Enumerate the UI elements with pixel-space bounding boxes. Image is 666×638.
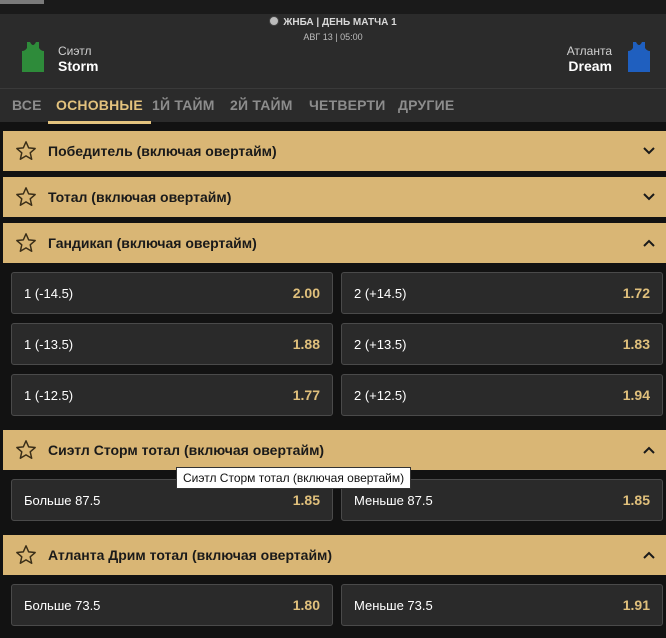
star-icon[interactable] [15, 232, 37, 254]
odd-label: Больше 87.5 [24, 493, 101, 508]
market-header-seattle-total[interactable]: Сиэтл Сторм тотал (включая овертайм) [3, 430, 666, 470]
market-title: Победитель (включая овертайм) [48, 143, 277, 159]
odd-value: 1.94 [622, 387, 650, 403]
tooltip: Сиэтл Сторм тотал (включая овертайм) [176, 467, 412, 489]
match-datetime: АВГ 13 | 05:00 [303, 32, 363, 42]
chevron-up-icon[interactable] [642, 235, 656, 251]
odd-label: 2 (+13.5) [354, 337, 407, 352]
chevron-up-icon[interactable] [642, 442, 656, 458]
odd-value: 1.88 [292, 336, 320, 352]
home-team-text: Сиэтл Storm [58, 44, 98, 75]
odd-label: 2 (+14.5) [354, 286, 407, 301]
basketball-icon [269, 16, 280, 26]
top-tab-indicator [0, 0, 44, 4]
away-team-text: Атланта Dream [567, 44, 612, 75]
top-strip [0, 0, 666, 14]
chevron-up-icon[interactable] [642, 547, 656, 563]
star-icon[interactable] [15, 544, 37, 566]
odd-label: 1 (-12.5) [24, 388, 74, 403]
jersey-icon [22, 42, 44, 72]
odd-label: Меньше 73.5 [354, 598, 433, 613]
market-header-total[interactable]: Тотал (включая овертайм) [3, 177, 666, 217]
league-label: ЖНБА | ДЕНЬ МАТЧА 1 [283, 17, 397, 28]
odd-value: 1.85 [292, 492, 320, 508]
odd-label: 2 (+12.5) [354, 388, 407, 403]
chevron-down-icon[interactable] [642, 189, 656, 205]
market-title: Сиэтл Сторм тотал (включая овертайм) [48, 442, 325, 458]
odd-value: 1.72 [622, 285, 650, 301]
market-title: Гандикап (включая овертайм) [48, 235, 257, 251]
odd-value: 1.83 [622, 336, 650, 352]
odd-value: 2.00 [292, 285, 320, 301]
odd-button[interactable]: 2 (+12.5) 1.94 [341, 374, 663, 416]
odd-value: 1.77 [292, 387, 320, 403]
odd-button[interactable]: 1 (-13.5) 1.88 [11, 323, 333, 365]
market-header-winner[interactable]: Победитель (включая овертайм) [3, 131, 666, 171]
star-icon[interactable] [15, 140, 37, 162]
tab-first-half[interactable]: 1Й ТАЙМ [152, 97, 215, 113]
market-header-handicap[interactable]: Гандикап (включая овертайм) [3, 223, 666, 263]
away-team-city: Атланта [566, 44, 612, 58]
chevron-down-icon[interactable] [642, 143, 656, 159]
home-team-city: Сиэтл [58, 44, 92, 58]
odd-label: 1 (-13.5) [24, 337, 74, 352]
tab-other[interactable]: ДРУГИЕ [398, 97, 454, 113]
odd-label: Больше 73.5 [24, 598, 101, 613]
star-icon[interactable] [15, 439, 37, 461]
odd-button[interactable]: 2 (+14.5) 1.72 [341, 272, 663, 314]
market-header-atlanta-total[interactable]: Атланта Дрим тотал (включая овертайм) [3, 535, 666, 575]
tab-main[interactable]: ОСНОВНЫЕ [48, 97, 151, 124]
home-team-name: Storm [58, 58, 99, 74]
odd-value: 1.85 [622, 492, 650, 508]
market-title: Атланта Дрим тотал (включая овертайм) [48, 547, 333, 563]
odd-label: 1 (-14.5) [24, 286, 74, 301]
star-icon[interactable] [15, 186, 37, 208]
tab-quarters[interactable]: ЧЕТВЕРТИ [309, 97, 386, 113]
odd-value: 1.91 [622, 597, 650, 613]
odd-button[interactable]: 1 (-12.5) 1.77 [11, 374, 333, 416]
league-line: ЖНБА | ДЕНЬ МАТЧА 1 [0, 16, 666, 30]
jersey-icon [628, 42, 650, 72]
tab-second-half[interactable]: 2Й ТАЙМ [230, 97, 293, 113]
odd-button[interactable]: Больше 73.5 1.80 [11, 584, 333, 626]
odd-button[interactable]: 2 (+13.5) 1.83 [341, 323, 663, 365]
market-title: Тотал (включая овертайм) [48, 189, 232, 205]
odd-button[interactable]: 1 (-14.5) 2.00 [11, 272, 333, 314]
match-header: ЖНБА | ДЕНЬ МАТЧА 1 АВГ 13 | 05:00 Сиэтл… [0, 14, 666, 88]
market-tabs: ВСЕ ОСНОВНЫЕ 1Й ТАЙМ 2Й ТАЙМ ЧЕТВЕРТИ ДР… [0, 88, 666, 124]
tab-all[interactable]: ВСЕ [12, 97, 42, 113]
away-team-name: Dream [568, 58, 612, 74]
odd-value: 1.80 [292, 597, 320, 613]
odd-button[interactable]: Меньше 73.5 1.91 [341, 584, 663, 626]
odd-label: Меньше 87.5 [354, 493, 433, 508]
